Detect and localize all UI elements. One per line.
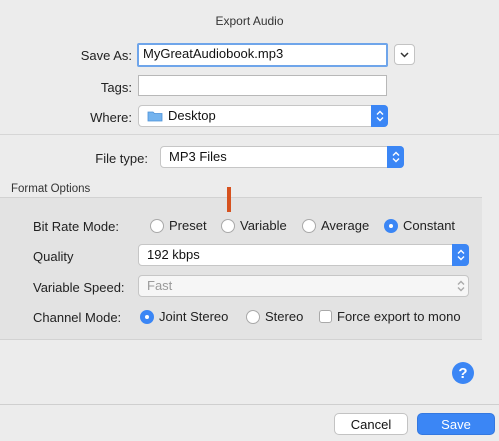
up-down-arrows-icon [457, 280, 464, 292]
up-down-arrows-icon [392, 151, 399, 163]
cursor-marker [227, 187, 231, 212]
footer-separator [0, 404, 499, 405]
where-label: Where: [90, 110, 132, 125]
quality-stepper [452, 244, 469, 266]
folder-icon [147, 111, 163, 122]
radio-stereo[interactable]: Stereo [246, 309, 303, 324]
quality-value: 192 kbps [147, 247, 200, 262]
radio-joint-stereo-label: Joint Stereo [159, 309, 229, 324]
radio-constant[interactable]: Constant [384, 218, 455, 233]
tags-label: Tags: [100, 80, 132, 95]
tags-input[interactable] [138, 75, 387, 96]
channel-mode-label: Channel Mode: [33, 310, 122, 325]
radio-button-selected[interactable] [140, 309, 154, 324]
radio-average-label: Average [321, 218, 370, 233]
save-button-label: Save [441, 416, 471, 432]
radio-variable[interactable]: Variable [221, 218, 287, 233]
force-mono-label: Force export to mono [337, 309, 461, 324]
radio-constant-label: Constant [403, 218, 456, 233]
save-as-label: Save As: [80, 48, 132, 63]
quality-popup[interactable]: 192 kbps [138, 244, 469, 266]
radio-preset-label: Preset [169, 218, 207, 233]
radio-button-selected[interactable] [384, 218, 398, 233]
up-down-arrows-icon [376, 110, 383, 122]
file-type-label: File type: [95, 151, 148, 166]
format-options-title: Format Options [11, 183, 91, 195]
cancel-button[interactable]: Cancel [334, 413, 408, 435]
radio-button[interactable] [221, 218, 235, 233]
file-type-popup[interactable]: MP3 Files [160, 146, 404, 168]
where-value: Desktop [168, 108, 216, 123]
expand-dialog-button[interactable] [394, 44, 415, 65]
quality-label: Quality [33, 249, 74, 264]
radio-button[interactable] [246, 309, 260, 324]
where-stepper [371, 105, 388, 127]
chevron-down-icon [400, 51, 409, 58]
variable-speed-label: Variable Speed: [33, 280, 125, 295]
radio-button[interactable] [302, 218, 316, 233]
up-down-arrows-icon [457, 249, 464, 261]
bit-rate-mode-label: Bit Rate Mode: [33, 219, 119, 234]
radio-joint-stereo[interactable]: Joint Stereo [140, 309, 228, 324]
variable-speed-stepper [452, 275, 469, 297]
save-as-input[interactable]: MyGreatAudiobook.mp3 [137, 43, 388, 67]
radio-stereo-label: Stereo [265, 309, 304, 324]
separator [0, 134, 499, 135]
radio-variable-label: Variable [240, 218, 287, 233]
force-mono-checkbox[interactable]: Force export to mono [319, 309, 461, 324]
radio-button[interactable] [150, 218, 164, 233]
file-type-value: MP3 Files [169, 149, 227, 164]
variable-speed-value: Fast [147, 278, 173, 293]
radio-preset[interactable]: Preset [150, 218, 207, 233]
file-type-stepper [387, 146, 404, 168]
save-button[interactable]: Save [417, 413, 495, 435]
radio-average[interactable]: Average [302, 218, 369, 233]
dialog-title: Export Audio [215, 14, 284, 28]
save-as-value: MyGreatAudiobook.mp3 [143, 46, 284, 61]
cancel-button-label: Cancel [350, 416, 392, 432]
checkbox[interactable] [319, 310, 332, 323]
variable-speed-popup[interactable]: Fast [138, 275, 469, 297]
question-mark-icon: ? [458, 364, 468, 382]
help-button[interactable]: ? [452, 362, 474, 384]
where-popup[interactable]: Desktop [138, 105, 388, 127]
